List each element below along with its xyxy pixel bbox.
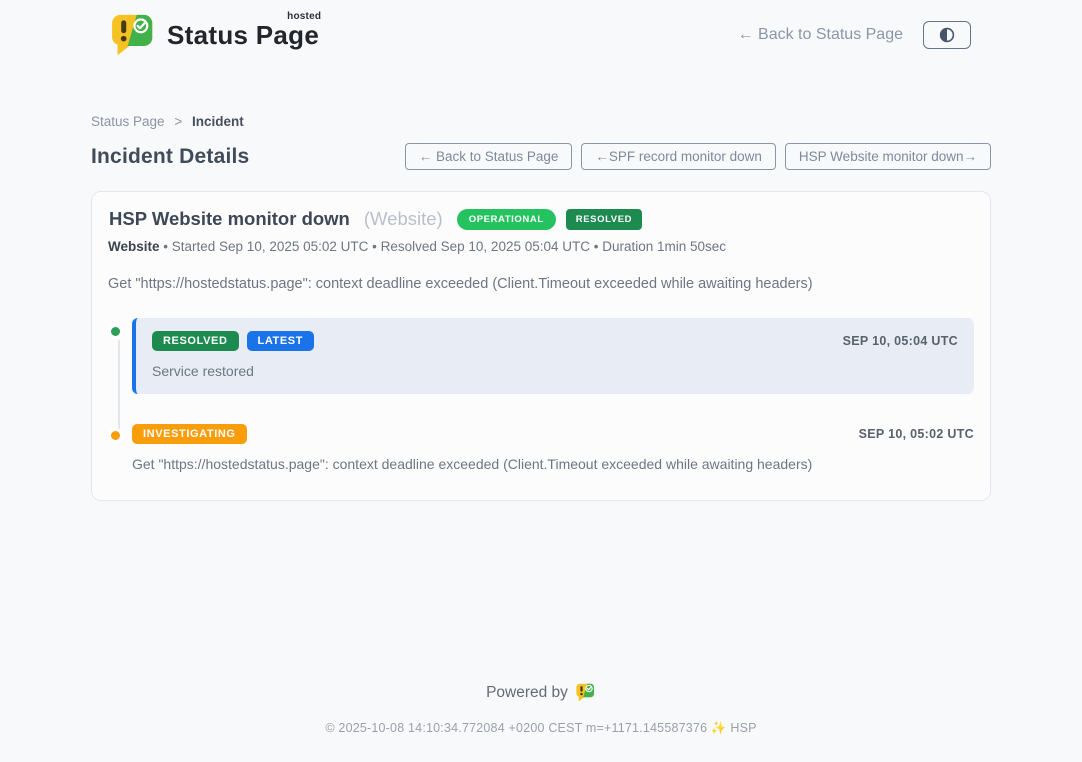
timeline-timestamp: SEP 10, 05:02 UTC — [859, 427, 974, 441]
powered-by-label: Powered by — [486, 684, 568, 702]
operational-badge: OPERATIONAL — [457, 209, 556, 230]
page-title: Incident Details — [91, 145, 249, 169]
resolved-badge: RESOLVED — [566, 209, 642, 230]
timeline-message: Get "https://hostedstatus.page": context… — [132, 456, 974, 472]
breadcrumb-incident: Incident — [192, 114, 244, 129]
back-to-status-page-button[interactable]: ← Back to Status Page — [405, 143, 573, 170]
timeline-investigating-badge: INVESTIGATING — [132, 424, 247, 444]
incident-nav-buttons: ← Back to Status Page ←SPF record monito… — [405, 143, 991, 170]
copyright-text: © 2025-10-08 14:10:34.772084 +0200 CEST … — [0, 721, 1082, 762]
timeline-dot-resolved — [108, 324, 123, 339]
breadcrumb-separator: > — [174, 114, 182, 129]
brand-logo-icon — [111, 14, 157, 56]
next-incident-button[interactable]: HSP Website monitor down→ — [785, 143, 991, 170]
half-circle-icon — [939, 27, 955, 43]
timeline-entry-investigating: INVESTIGATING SEP 10, 05:02 UTC Get "htt… — [108, 422, 974, 472]
header: Status Page hosted ← Back to Status Page — [0, 0, 1082, 56]
incident-title: HSP Website monitor down — [109, 208, 350, 230]
timeline-message: Service restored — [152, 363, 958, 379]
breadcrumb-status-page[interactable]: Status Page — [91, 114, 165, 129]
incident-component-label: (Website) — [364, 208, 443, 230]
incident-description: Get "https://hostedstatus.page": context… — [108, 276, 974, 292]
brand-name: Status Page hosted — [167, 20, 319, 51]
incident-meta: Website • Started Sep 10, 2025 05:02 UTC… — [108, 239, 974, 254]
breadcrumb: Status Page > Incident — [91, 114, 991, 129]
incident-meta-details: • Started Sep 10, 2025 05:02 UTC • Resol… — [163, 239, 726, 254]
incident-timeline: RESOLVED LATEST SEP 10, 05:04 UTC Servic… — [108, 318, 974, 472]
theme-toggle-button[interactable] — [923, 21, 971, 49]
header-back-link[interactable]: ← Back to Status Page — [738, 26, 903, 44]
footer: Powered by © 2025-10-08 14:10:34.772084 … — [0, 683, 1082, 762]
footer-logo-icon[interactable] — [576, 683, 596, 702]
timeline-resolved-badge: RESOLVED — [152, 331, 239, 351]
incident-meta-component: Website — [108, 239, 160, 254]
timeline-dot-investigating — [108, 428, 123, 443]
brand[interactable]: Status Page hosted — [111, 14, 319, 56]
timeline-latest-badge: LATEST — [247, 331, 315, 351]
brand-superscript: hosted — [287, 11, 321, 22]
timeline-entry-resolved: RESOLVED LATEST SEP 10, 05:04 UTC Servic… — [108, 318, 974, 394]
timeline-timestamp: SEP 10, 05:04 UTC — [843, 334, 958, 348]
prev-incident-button[interactable]: ←SPF record monitor down — [581, 143, 776, 170]
incident-card: HSP Website monitor down (Website) OPERA… — [91, 191, 991, 501]
